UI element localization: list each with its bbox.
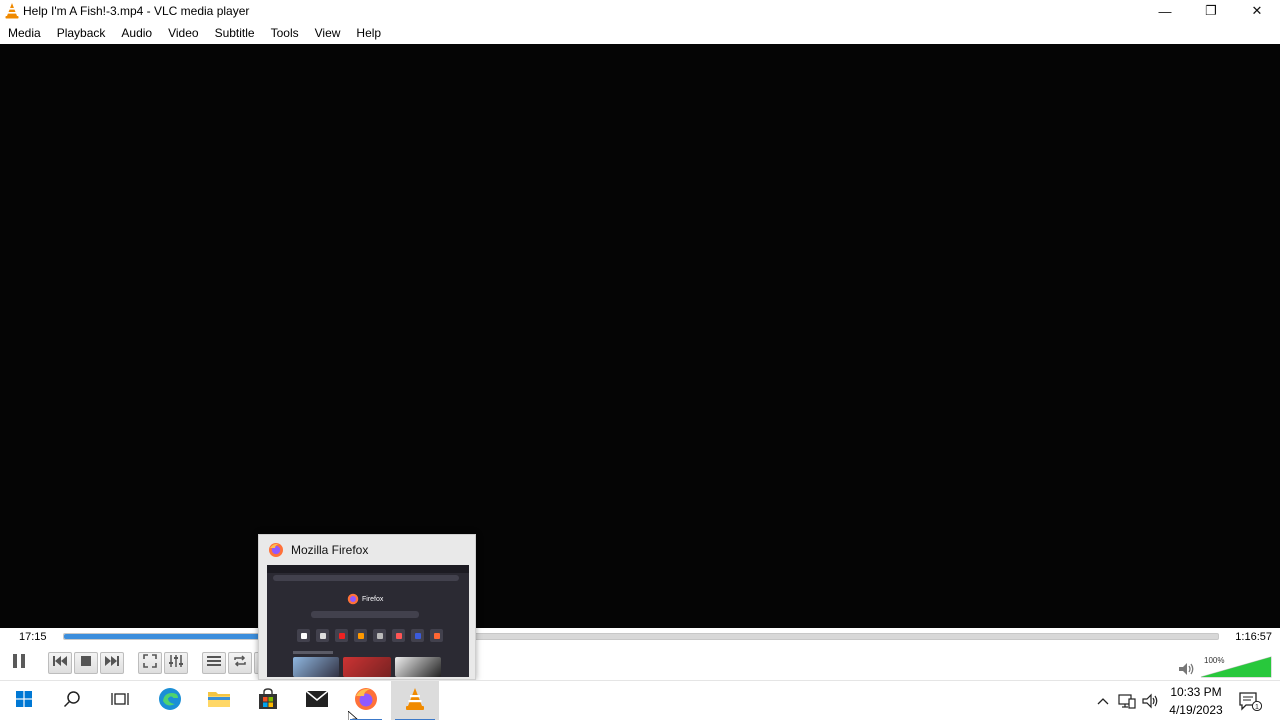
preview-tile [373,629,386,642]
menu-playback[interactable]: Playback [49,22,114,44]
preview-story-image [395,657,441,677]
close-icon: ✕ [1251,3,1263,18]
thumbnail-header: Mozilla Firefox [259,535,475,565]
clock-date: 4/19/2023 [1169,703,1223,717]
mail-envelope-icon [305,689,329,713]
preview-url-bar [273,575,459,581]
preview-story-image [343,657,391,677]
preview-tile [392,629,405,642]
fullscreen-icon [143,653,157,673]
firefox-icon [268,542,284,558]
menu-subtitle[interactable]: Subtitle [207,22,263,44]
next-button[interactable] [100,652,124,674]
loop-icon [233,654,247,672]
task-view-button[interactable] [96,681,144,720]
menu-view[interactable]: View [307,22,349,44]
store-bag-icon [257,687,279,715]
menu-media[interactable]: Media [0,22,49,44]
menu-bar: Media Playback Audio Video Subtitle Tool… [0,22,1280,44]
stop-icon [80,654,92,672]
preview-tile [354,629,367,642]
windows-taskbar: 10:33 PM 4/19/2023 1 [0,680,1280,720]
mouse-cursor-icon [347,710,359,720]
system-clock[interactable]: 10:33 PM 4/19/2023 [1164,683,1228,719]
pause-button[interactable] [6,652,32,674]
firefox-app[interactable] [342,681,390,720]
edge-app[interactable] [146,681,194,720]
preview-shortcut-tiles [297,629,443,642]
menu-audio[interactable]: Audio [113,22,160,44]
preview-tile [297,629,310,642]
close-button[interactable]: ✕ [1234,0,1280,22]
title-bar: Help I'm A Fish!-3.mp4 - VLC media playe… [0,0,1280,22]
total-time[interactable]: 1:16:57 [1235,631,1272,643]
restore-icon: ❐ [1205,3,1217,18]
fullscreen-button[interactable] [138,652,162,674]
previous-button[interactable] [48,652,72,674]
preview-search-box [311,611,419,618]
stop-button[interactable] [74,652,98,674]
menu-tools[interactable]: Tools [263,22,307,44]
firefox-window-preview[interactable]: Firefox [267,565,469,677]
taskbar-thumbnail-popup[interactable]: Mozilla Firefox Firefox [258,534,476,680]
thumbnail-title: Mozilla Firefox [291,543,369,557]
show-hidden-icons-chevron-icon[interactable] [1093,691,1113,711]
preview-tile [411,629,424,642]
start-button[interactable] [0,681,48,720]
preview-story-image [293,657,339,677]
file-explorer-app[interactable] [195,681,243,720]
folder-icon [207,689,231,714]
video-area[interactable] [0,44,1280,628]
preview-tile [335,629,348,642]
seek-row: 17:15 1:16:57 [0,628,1280,648]
mail-app[interactable] [293,681,341,720]
minimize-button[interactable]: — [1142,0,1188,22]
playlist-icon [207,654,221,672]
microsoft-store-app[interactable] [244,681,292,720]
network-icon[interactable] [1117,691,1137,711]
seek-slider[interactable] [63,633,1219,640]
preview-logo-text: Firefox [362,595,384,603]
pause-icon [10,652,28,675]
task-view-icon [111,691,129,712]
preview-tile [316,629,329,642]
playlist-button[interactable] [202,652,226,674]
speaker-icon[interactable] [1178,662,1196,676]
clock-time: 10:33 PM [1170,685,1222,699]
notification-count: 1 [1255,704,1259,711]
windows-logo-icon [16,690,32,712]
maximize-button[interactable]: ❐ [1188,0,1234,22]
minimize-icon: — [1158,3,1172,19]
window-title: Help I'm A Fish!-3.mp4 - VLC media playe… [23,4,250,18]
preview-tab-strip [267,565,469,573]
previous-icon [52,654,68,672]
search-icon [63,690,81,713]
extended-settings-button[interactable] [164,652,188,674]
volume-slider[interactable] [1199,656,1275,678]
equalizer-icon [169,654,183,673]
elapsed-time: 17:15 [19,631,47,643]
action-center-button[interactable]: 1 [1238,691,1262,711]
menu-video[interactable]: Video [160,22,206,44]
vlc-app[interactable] [391,681,439,720]
preview-tile [430,629,443,642]
vlc-cone-icon [405,687,425,716]
edge-icon [158,687,182,716]
loop-button[interactable] [228,652,252,674]
menu-help[interactable]: Help [348,22,389,44]
search-button[interactable] [48,681,96,720]
preview-section-caption [293,651,333,654]
next-icon [104,654,120,672]
volume-tray-icon[interactable] [1141,691,1161,711]
playback-controls: 100% [0,648,1280,680]
preview-firefox-logo: Firefox [347,593,383,605]
vlc-cone-icon [3,2,21,20]
